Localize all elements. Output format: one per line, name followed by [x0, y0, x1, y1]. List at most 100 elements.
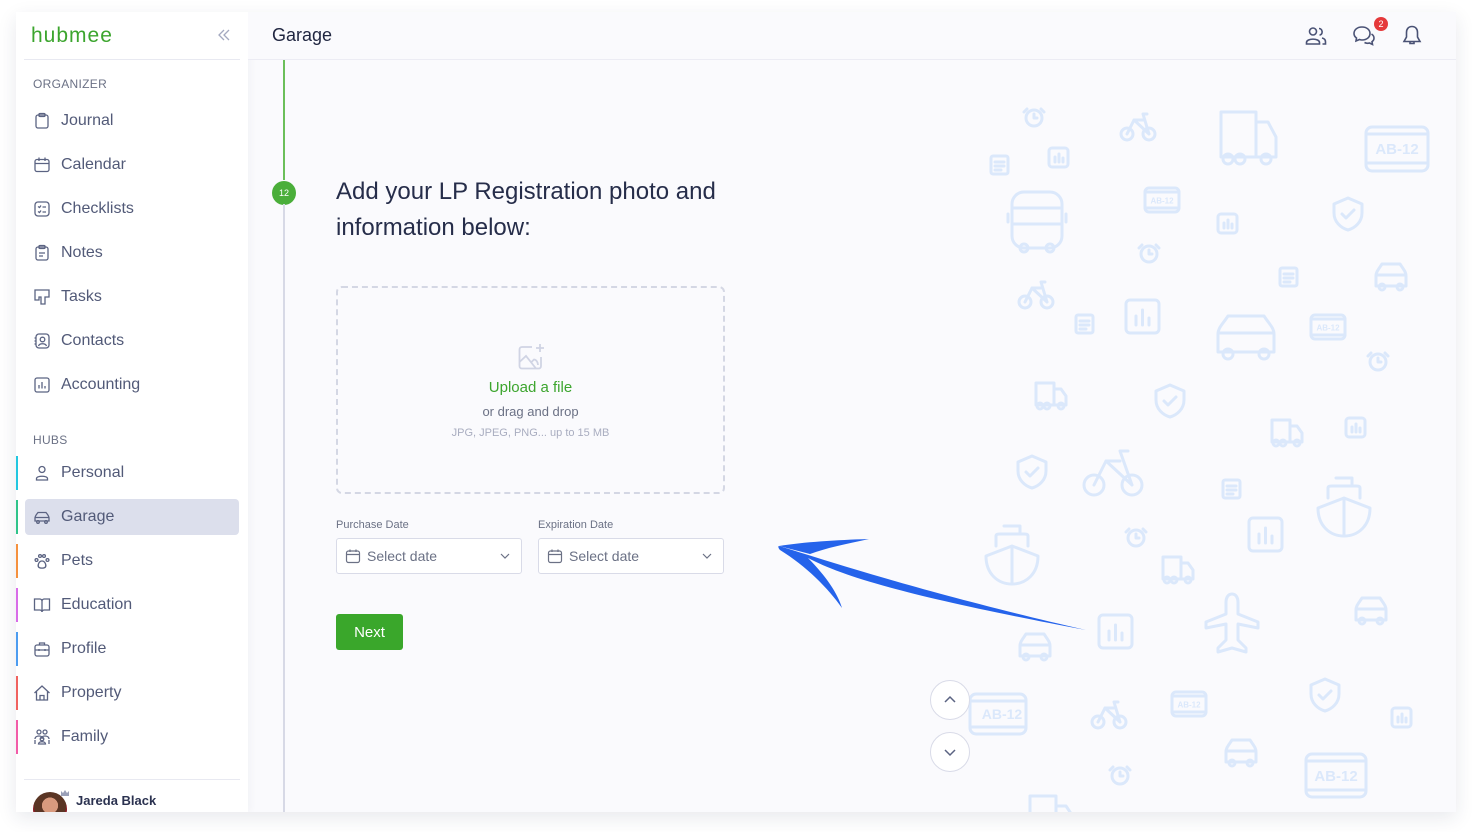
- logo: hubmee: [31, 24, 113, 47]
- receipt-icon: [1278, 266, 1299, 288]
- sidebar-item-checklists[interactable]: Checklists: [25, 191, 239, 227]
- shield-icon: [1154, 383, 1186, 419]
- timeline-line: [283, 204, 285, 812]
- top-header: Garage: [248, 12, 1456, 60]
- alarm-clock-icon: [1022, 107, 1046, 128]
- license-plate-icon: AB-12: [1304, 752, 1368, 799]
- file-types-hint: JPG, JPEG, PNG... up to 15 MB: [451, 427, 610, 439]
- messages-badge: 2: [1374, 17, 1388, 31]
- sidebar-item-garage[interactable]: Garage: [25, 499, 239, 535]
- app-window: hubmee ORGANIZER Journal Calendar Checkl…: [16, 12, 1456, 812]
- chart-icon: [34, 377, 50, 393]
- sidebar-item-label: Profile: [61, 640, 107, 657]
- user-name: Jareda Black: [76, 793, 157, 808]
- sidebar-divider: [24, 779, 240, 780]
- sidebar-item-label: Contacts: [61, 332, 125, 349]
- boat-icon: [1316, 476, 1372, 538]
- calendar-icon: [345, 549, 361, 564]
- sidebar-item-calendar[interactable]: Calendar: [25, 147, 239, 183]
- expiration-date-select[interactable]: Select date: [538, 538, 724, 574]
- shield-icon: [1016, 454, 1048, 490]
- upload-file-link[interactable]: Upload a file: [338, 379, 723, 396]
- sidebar-item-label: Accounting: [61, 376, 141, 393]
- sidebar-item-notes[interactable]: Notes: [25, 235, 239, 271]
- airplane-icon: [1204, 592, 1260, 654]
- messages-icon[interactable]: [1352, 24, 1376, 48]
- truck-icon: [1161, 555, 1195, 585]
- expiration-date-placeholder: Select date: [569, 548, 640, 564]
- chart-box-icon: [1390, 706, 1413, 729]
- sidebar-item-label: Education: [61, 596, 133, 613]
- shield-icon: [1332, 196, 1364, 232]
- truck-icon: [1219, 110, 1278, 166]
- person-icon: [35, 465, 49, 481]
- hub-color-bar: [16, 632, 18, 666]
- chart-box-icon: [1247, 516, 1284, 553]
- sidebar-item-tasks[interactable]: Tasks: [25, 279, 239, 315]
- car-icon: [1374, 262, 1408, 292]
- license-plate-icon: AB-12: [1170, 690, 1208, 718]
- bicycle-icon: [1082, 449, 1144, 497]
- sidebar-item-family[interactable]: Family: [25, 719, 239, 755]
- bus-icon: [1006, 190, 1068, 254]
- scroll-down-button[interactable]: [930, 732, 970, 772]
- hub-color-bar: [16, 500, 18, 534]
- chart-box-icon: [1344, 416, 1367, 439]
- purchase-date-placeholder: Select date: [367, 548, 438, 564]
- svg-text:AB-12: AB-12: [982, 706, 1023, 722]
- chart-box-icon: [1216, 212, 1239, 235]
- car-icon: [1216, 314, 1276, 361]
- truck-icon: [1034, 381, 1068, 411]
- receipt-icon: [989, 154, 1010, 176]
- expiration-date-label: Expiration Date: [538, 519, 614, 531]
- notes-icon: [35, 244, 49, 261]
- sidebar-item-education[interactable]: Education: [25, 587, 239, 623]
- chevron-down-icon: [944, 749, 956, 757]
- collapse-sidebar-icon[interactable]: [215, 26, 233, 44]
- scroll-up-button[interactable]: [930, 680, 970, 720]
- page-title: Garage: [272, 25, 333, 45]
- checklist-icon: [34, 201, 50, 217]
- sidebar-item-personal[interactable]: Personal: [25, 455, 239, 491]
- receipt-icon: [1221, 478, 1242, 500]
- svg-text:AB-12: AB-12: [1316, 324, 1340, 333]
- annotation-arrow: [778, 539, 1086, 630]
- sidebar-item-label: Tasks: [61, 288, 102, 305]
- chart-box-icon: [1097, 613, 1134, 650]
- purchase-date-select[interactable]: Select date: [336, 538, 522, 574]
- hub-color-bar: [16, 676, 18, 710]
- sidebar-item-label: Pets: [61, 552, 94, 569]
- sidebar-item-accounting[interactable]: Accounting: [25, 367, 239, 403]
- house-icon: [34, 685, 50, 701]
- sidebar-item-property[interactable]: Property: [25, 675, 239, 711]
- chevron-down-icon: [500, 553, 510, 559]
- sidebar-item-profile[interactable]: Profile: [25, 631, 239, 667]
- bicycle-icon: [1017, 280, 1055, 310]
- image-add-icon: [518, 344, 544, 370]
- book-icon: [33, 598, 51, 613]
- alarm-clock-icon: [1366, 351, 1390, 372]
- bell-icon[interactable]: [1400, 24, 1424, 48]
- timeline-progress-line: [283, 60, 285, 180]
- license-plate-icon: AB-12: [968, 692, 1028, 736]
- car-icon: [1224, 738, 1258, 768]
- crown-icon: [61, 790, 69, 796]
- drag-drop-hint: or drag and drop: [482, 404, 579, 419]
- license-plate-icon: AB-12: [1364, 125, 1430, 173]
- file-dropzone[interactable]: Upload a file or drag and drop JPG, JPEG…: [336, 286, 725, 494]
- sidebar-item-contacts[interactable]: Contacts: [25, 323, 239, 359]
- car-icon: [34, 511, 50, 524]
- hub-color-bar: [16, 456, 18, 490]
- purchase-date-label: Purchase Date: [336, 519, 409, 531]
- users-icon[interactable]: [1304, 24, 1328, 48]
- sidebar-item-journal[interactable]: Journal: [25, 103, 239, 139]
- decorative-vehicle-pattern: AB-12 AB-12 AB-12 AB-12 AB-12 AB-12: [968, 107, 1430, 812]
- user-profile[interactable]: Jareda Black: [33, 790, 157, 812]
- sidebar-item-label: Property: [61, 684, 122, 701]
- calendar-icon: [547, 549, 563, 564]
- family-icon: [34, 729, 50, 745]
- sidebar-item-pets[interactable]: Pets: [25, 543, 239, 579]
- next-button[interactable]: Next: [336, 614, 403, 650]
- tasks-icon: [34, 289, 50, 305]
- hub-color-bar: [16, 544, 18, 578]
